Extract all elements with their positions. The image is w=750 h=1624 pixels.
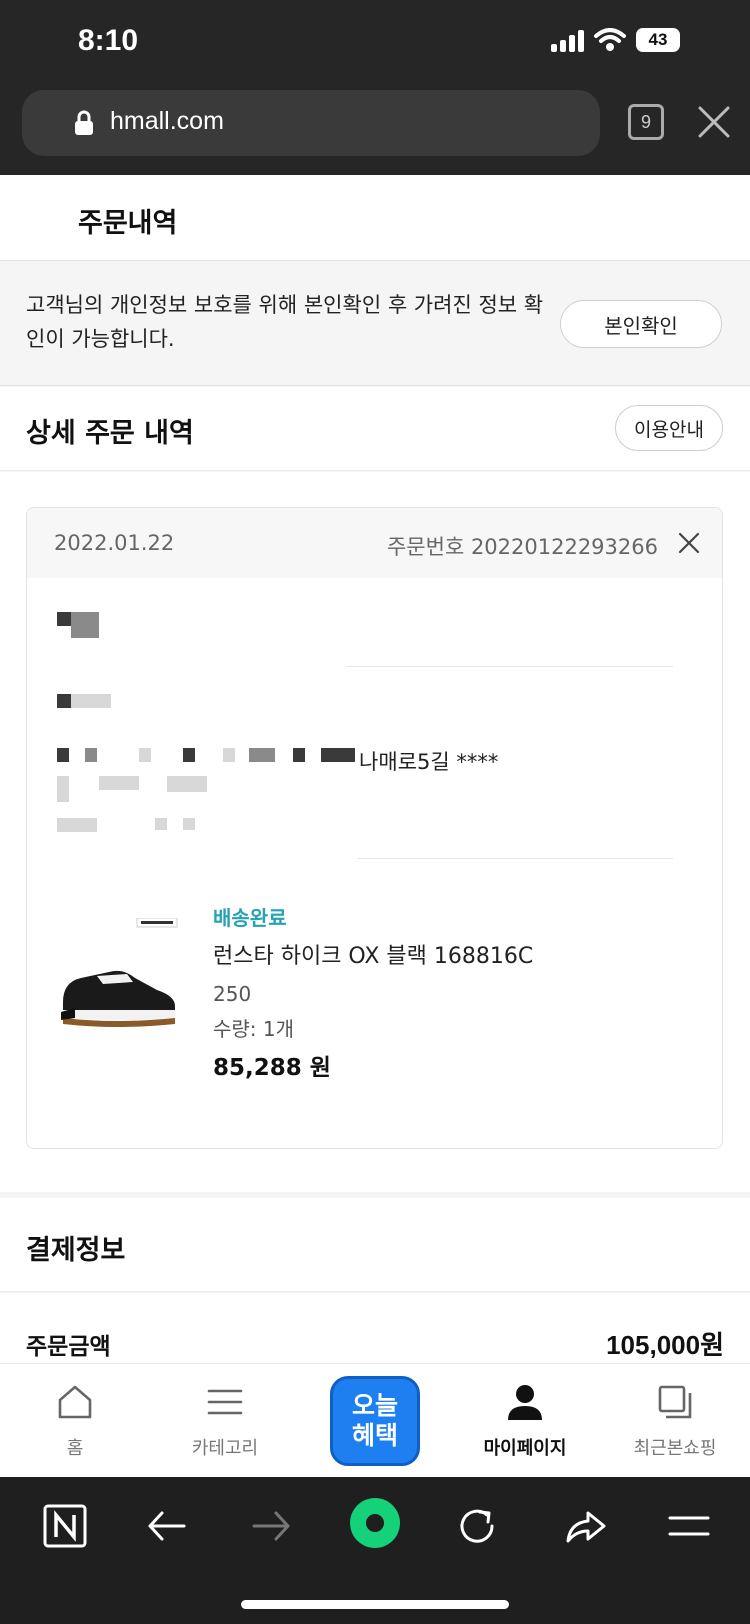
home-icon (58, 1385, 92, 1419)
nav-recent-label: 최근본쇼핑 (633, 1438, 717, 1459)
status-icons: 43 (551, 28, 680, 52)
detail-header: 상세 주문 내역 이용안내 (0, 387, 750, 471)
status-bar: 8:10 43 (0, 0, 750, 86)
order-number: 주문번호 20220122293266 (386, 535, 658, 559)
page-header: 주문내역 (0, 175, 750, 261)
promo-line-2: 혜택 (351, 1421, 398, 1450)
nav-home[interactable]: 홈 (0, 1364, 150, 1478)
verify-notice: 고객님의 개인정보 보호를 위해 본인확인 후 가려진 정보 확인이 가능합니다… (0, 262, 750, 386)
detail-title: 상세 주문 내역 (26, 418, 194, 449)
app-bottom-nav: 홈 카테고리 오늘 혜택 마이페이지 최근본쇼핑 (0, 1363, 750, 1477)
reload-icon[interactable] (452, 1501, 502, 1551)
payment-title: 결제정보 (26, 1235, 126, 1266)
usage-guide-button[interactable]: 이용안내 (615, 405, 723, 451)
order-amount-row: 주문금액 105,000원 (0, 1293, 750, 1363)
nav-mypage-label: 마이페이지 (483, 1438, 567, 1459)
order-amount-value: 105,000원 (606, 1330, 724, 1360)
order-card-header: 2022.01.22 주문번호 20220122293266 (27, 508, 722, 578)
naver-home-icon[interactable] (40, 1501, 90, 1551)
wifi-icon (594, 28, 626, 51)
verify-identity-button[interactable]: 본인확인 (560, 300, 722, 348)
person-icon (508, 1385, 542, 1420)
hamburger-menu-icon[interactable] (664, 1501, 714, 1551)
page-title: 주문내역 (78, 208, 178, 239)
recent-icon (658, 1385, 692, 1419)
close-icon[interactable] (696, 104, 732, 140)
today-benefit-badge[interactable]: 오늘 혜택 (330, 1376, 420, 1466)
home-indicator (241, 1600, 509, 1609)
product-size: 250 (213, 982, 252, 1006)
green-dot-icon[interactable] (347, 1495, 403, 1551)
close-icon[interactable] (678, 532, 700, 554)
order-card: 2022.01.22 주문번호 20220122293266 나매로5길 ***… (26, 507, 723, 1149)
nav-category[interactable]: 카테고리 (150, 1364, 300, 1478)
url-text: hmall.com (110, 107, 224, 135)
product-name[interactable]: 런스타 하이크 OX 블랙 168816C (213, 938, 533, 970)
url-bar[interactable]: hmall.com (22, 90, 600, 156)
order-amount-label: 주문금액 (26, 1334, 111, 1360)
nav-category-label: 카테고리 (191, 1438, 259, 1459)
verify-notice-text: 고객님의 개인정보 보호를 위해 본인확인 후 가려진 정보 확인이 가능합니다… (26, 293, 544, 351)
status-time: 8:10 (78, 24, 139, 57)
signal-icon (551, 28, 584, 52)
delivery-status: 배송완료 (213, 906, 287, 930)
order-date: 2022.01.22 (54, 531, 175, 555)
payment-section-header: 결제정보 (0, 1198, 750, 1292)
promo-line-1: 오늘 (351, 1391, 398, 1420)
order-section: 2022.01.22 주문번호 20220122293266 나매로5길 ***… (0, 472, 750, 1192)
browser-top-bar: 8:10 43 hmall.com 9 (0, 0, 750, 175)
lock-icon (75, 110, 93, 135)
product-image (61, 918, 178, 1027)
nav-home-label: 홈 (66, 1438, 84, 1459)
share-icon[interactable] (560, 1501, 610, 1551)
nav-mypage[interactable]: 마이페이지 (450, 1364, 600, 1478)
forward-arrow-icon[interactable] (246, 1501, 296, 1551)
address-partial: 나매로5길 **** (359, 750, 499, 774)
browser-toolbar (0, 1477, 750, 1624)
product-quantity: 수량: 1개 (213, 1017, 295, 1041)
menu-icon (207, 1389, 243, 1415)
product-price: 85,288 원 (213, 1055, 331, 1081)
nav-recent[interactable]: 최근본쇼핑 (600, 1364, 750, 1478)
back-arrow-icon[interactable] (142, 1501, 192, 1551)
battery-icon: 43 (636, 28, 680, 52)
tabs-count-icon[interactable]: 9 (628, 104, 664, 140)
